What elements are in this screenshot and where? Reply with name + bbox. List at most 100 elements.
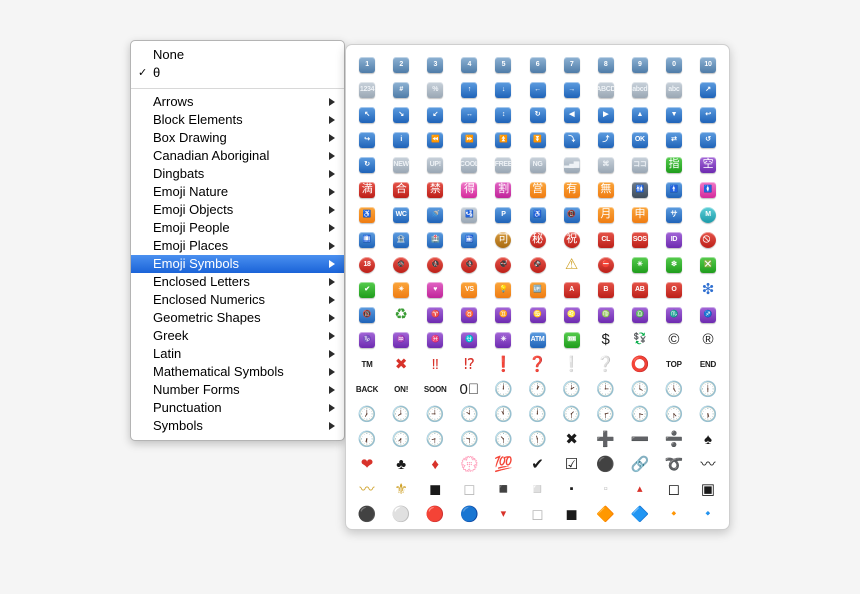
glyph-cell[interactable]: ▲: [623, 102, 657, 127]
glyph-cell[interactable]: ⏬: [520, 127, 554, 152]
glyph-cell[interactable]: ⏩: [452, 127, 486, 152]
glyph-cell[interactable]: NEW: [384, 152, 418, 177]
glyph-cell[interactable]: 営: [520, 177, 554, 202]
menu-item-geometric-shapes[interactable]: Geometric Shapes: [131, 309, 344, 327]
glyph-cell[interactable]: 🕛: [486, 377, 520, 402]
glyph-cell[interactable]: 📵: [555, 202, 589, 227]
glyph-cell[interactable]: ▴: [623, 477, 657, 502]
glyph-cell[interactable]: 1: [350, 52, 384, 77]
glyph-cell[interactable]: ©: [657, 327, 691, 352]
glyph-cell[interactable]: 7: [555, 52, 589, 77]
glyph-cell[interactable]: 🛅: [452, 227, 486, 252]
glyph-cell[interactable]: 🚳: [384, 252, 418, 277]
glyph-cell[interactable]: 2: [384, 52, 418, 77]
glyph-cell[interactable]: ➕: [589, 427, 623, 452]
menu-item-none[interactable]: None: [131, 46, 344, 64]
glyph-cell[interactable]: 🕔: [657, 377, 691, 402]
glyph-cell[interactable]: 💱: [623, 327, 657, 352]
menu-item-symbols[interactable]: Symbols: [131, 417, 344, 435]
glyph-cell[interactable]: ➰: [657, 452, 691, 477]
glyph-cell[interactable]: ◻: [657, 477, 691, 502]
glyph-cell[interactable]: ◻: [452, 477, 486, 502]
glyph-cell[interactable]: 💯: [486, 452, 520, 477]
glyph-cell[interactable]: ⚠: [555, 252, 589, 277]
glyph-cell[interactable]: 🔸: [657, 502, 691, 527]
glyph-cell[interactable]: 🚷: [418, 252, 452, 277]
glyph-cell[interactable]: END: [691, 352, 725, 377]
glyph-cell[interactable]: 0⃣: [452, 377, 486, 402]
glyph-cell[interactable]: 満: [350, 177, 384, 202]
glyph-cell[interactable]: 18: [350, 252, 384, 277]
glyph-cell[interactable]: 可: [486, 227, 520, 252]
glyph-cell[interactable]: ♑: [350, 327, 384, 352]
glyph-cell[interactable]: ♊: [486, 302, 520, 327]
menu-item-emoji-people[interactable]: Emoji People: [131, 219, 344, 237]
glyph-cell[interactable]: 🕘: [418, 402, 452, 427]
glyph-cell[interactable]: $: [589, 327, 623, 352]
glyph-cell[interactable]: ✖: [384, 352, 418, 377]
glyph-cell[interactable]: ♌: [555, 302, 589, 327]
glyph-cell[interactable]: 🕑: [555, 377, 589, 402]
glyph-cell[interactable]: ➗: [657, 427, 691, 452]
glyph-cell[interactable]: ▣: [691, 477, 725, 502]
glyph-cell[interactable]: 0: [657, 52, 691, 77]
glyph-cell[interactable]: 🕝: [589, 402, 623, 427]
menu-item-greek[interactable]: Greek: [131, 327, 344, 345]
glyph-cell[interactable]: ↻: [520, 102, 554, 127]
glyph-cell[interactable]: 申: [623, 202, 657, 227]
glyph-cell[interactable]: 有: [555, 177, 589, 202]
glyph-cell[interactable]: ❤: [350, 452, 384, 477]
menu-item-latin[interactable]: Latin: [131, 345, 344, 363]
glyph-cell[interactable]: TOP: [657, 352, 691, 377]
glyph-cell[interactable]: ID: [657, 227, 691, 252]
menu-item-emoji-objects[interactable]: Emoji Objects: [131, 201, 344, 219]
glyph-cell[interactable]: 8: [589, 52, 623, 77]
glyph-cell[interactable]: ⁉: [452, 352, 486, 377]
glyph-cell[interactable]: 🕥: [486, 427, 520, 452]
glyph-cell[interactable]: →: [555, 77, 589, 102]
glyph-cell[interactable]: 🔞: [350, 302, 384, 327]
glyph-cell[interactable]: ↩: [691, 102, 725, 127]
glyph-cell[interactable]: ▼: [657, 102, 691, 127]
glyph-cell[interactable]: AB: [623, 277, 657, 302]
glyph-cell[interactable]: ❇: [657, 252, 691, 277]
glyph-cell[interactable]: 🕛: [520, 402, 554, 427]
glyph-cell[interactable]: ♻: [384, 302, 418, 327]
menu-item-punctuation[interactable]: Punctuation: [131, 399, 344, 417]
glyph-cell[interactable]: ↙: [418, 102, 452, 127]
glyph-cell[interactable]: SOON: [418, 377, 452, 402]
glyph-cell[interactable]: 🚯: [452, 252, 486, 277]
glyph-cell[interactable]: 〰: [691, 452, 725, 477]
menu-item-number-forms[interactable]: Number Forms: [131, 381, 344, 399]
glyph-cell[interactable]: ❔: [589, 352, 623, 377]
glyph-cell[interactable]: ↻: [350, 152, 384, 177]
glyph-cell[interactable]: OK: [623, 127, 657, 152]
glyph-cell[interactable]: 🕐: [520, 377, 554, 402]
glyph-cell[interactable]: 〰: [350, 477, 384, 502]
glyph-cell[interactable]: ♋: [520, 302, 554, 327]
glyph-cell[interactable]: ♓: [418, 327, 452, 352]
glyph-cell[interactable]: BACK: [350, 377, 384, 402]
glyph-cell[interactable]: i: [384, 127, 418, 152]
glyph-cell[interactable]: 🔶: [589, 502, 623, 527]
glyph-cell[interactable]: ❇: [691, 277, 725, 302]
glyph-cell[interactable]: ✴: [384, 277, 418, 302]
glyph-cell[interactable]: ↗: [691, 77, 725, 102]
glyph-cell[interactable]: ♉: [452, 302, 486, 327]
glyph-cell[interactable]: ☑: [555, 452, 589, 477]
glyph-cell[interactable]: 合: [384, 177, 418, 202]
menu-item-enclosed-numerics[interactable]: Enclosed Numerics: [131, 291, 344, 309]
glyph-cell[interactable]: ♿: [350, 202, 384, 227]
glyph-cell[interactable]: 🚺: [691, 177, 725, 202]
glyph-cell[interactable]: 3: [418, 52, 452, 77]
glyph-cell[interactable]: ↕: [486, 102, 520, 127]
glyph-cell[interactable]: abcd: [623, 77, 657, 102]
glyph-cell[interactable]: ®: [691, 327, 725, 352]
glyph-cell[interactable]: ‼: [418, 352, 452, 377]
glyph-cell[interactable]: ♈: [418, 302, 452, 327]
glyph-cell[interactable]: 禁: [418, 177, 452, 202]
glyph-cell[interactable]: ◾: [486, 477, 520, 502]
glyph-cell[interactable]: ⃠: [691, 227, 725, 252]
glyph-cell[interactable]: 🕕: [691, 377, 725, 402]
glyph-cell[interactable]: ↘: [384, 102, 418, 127]
